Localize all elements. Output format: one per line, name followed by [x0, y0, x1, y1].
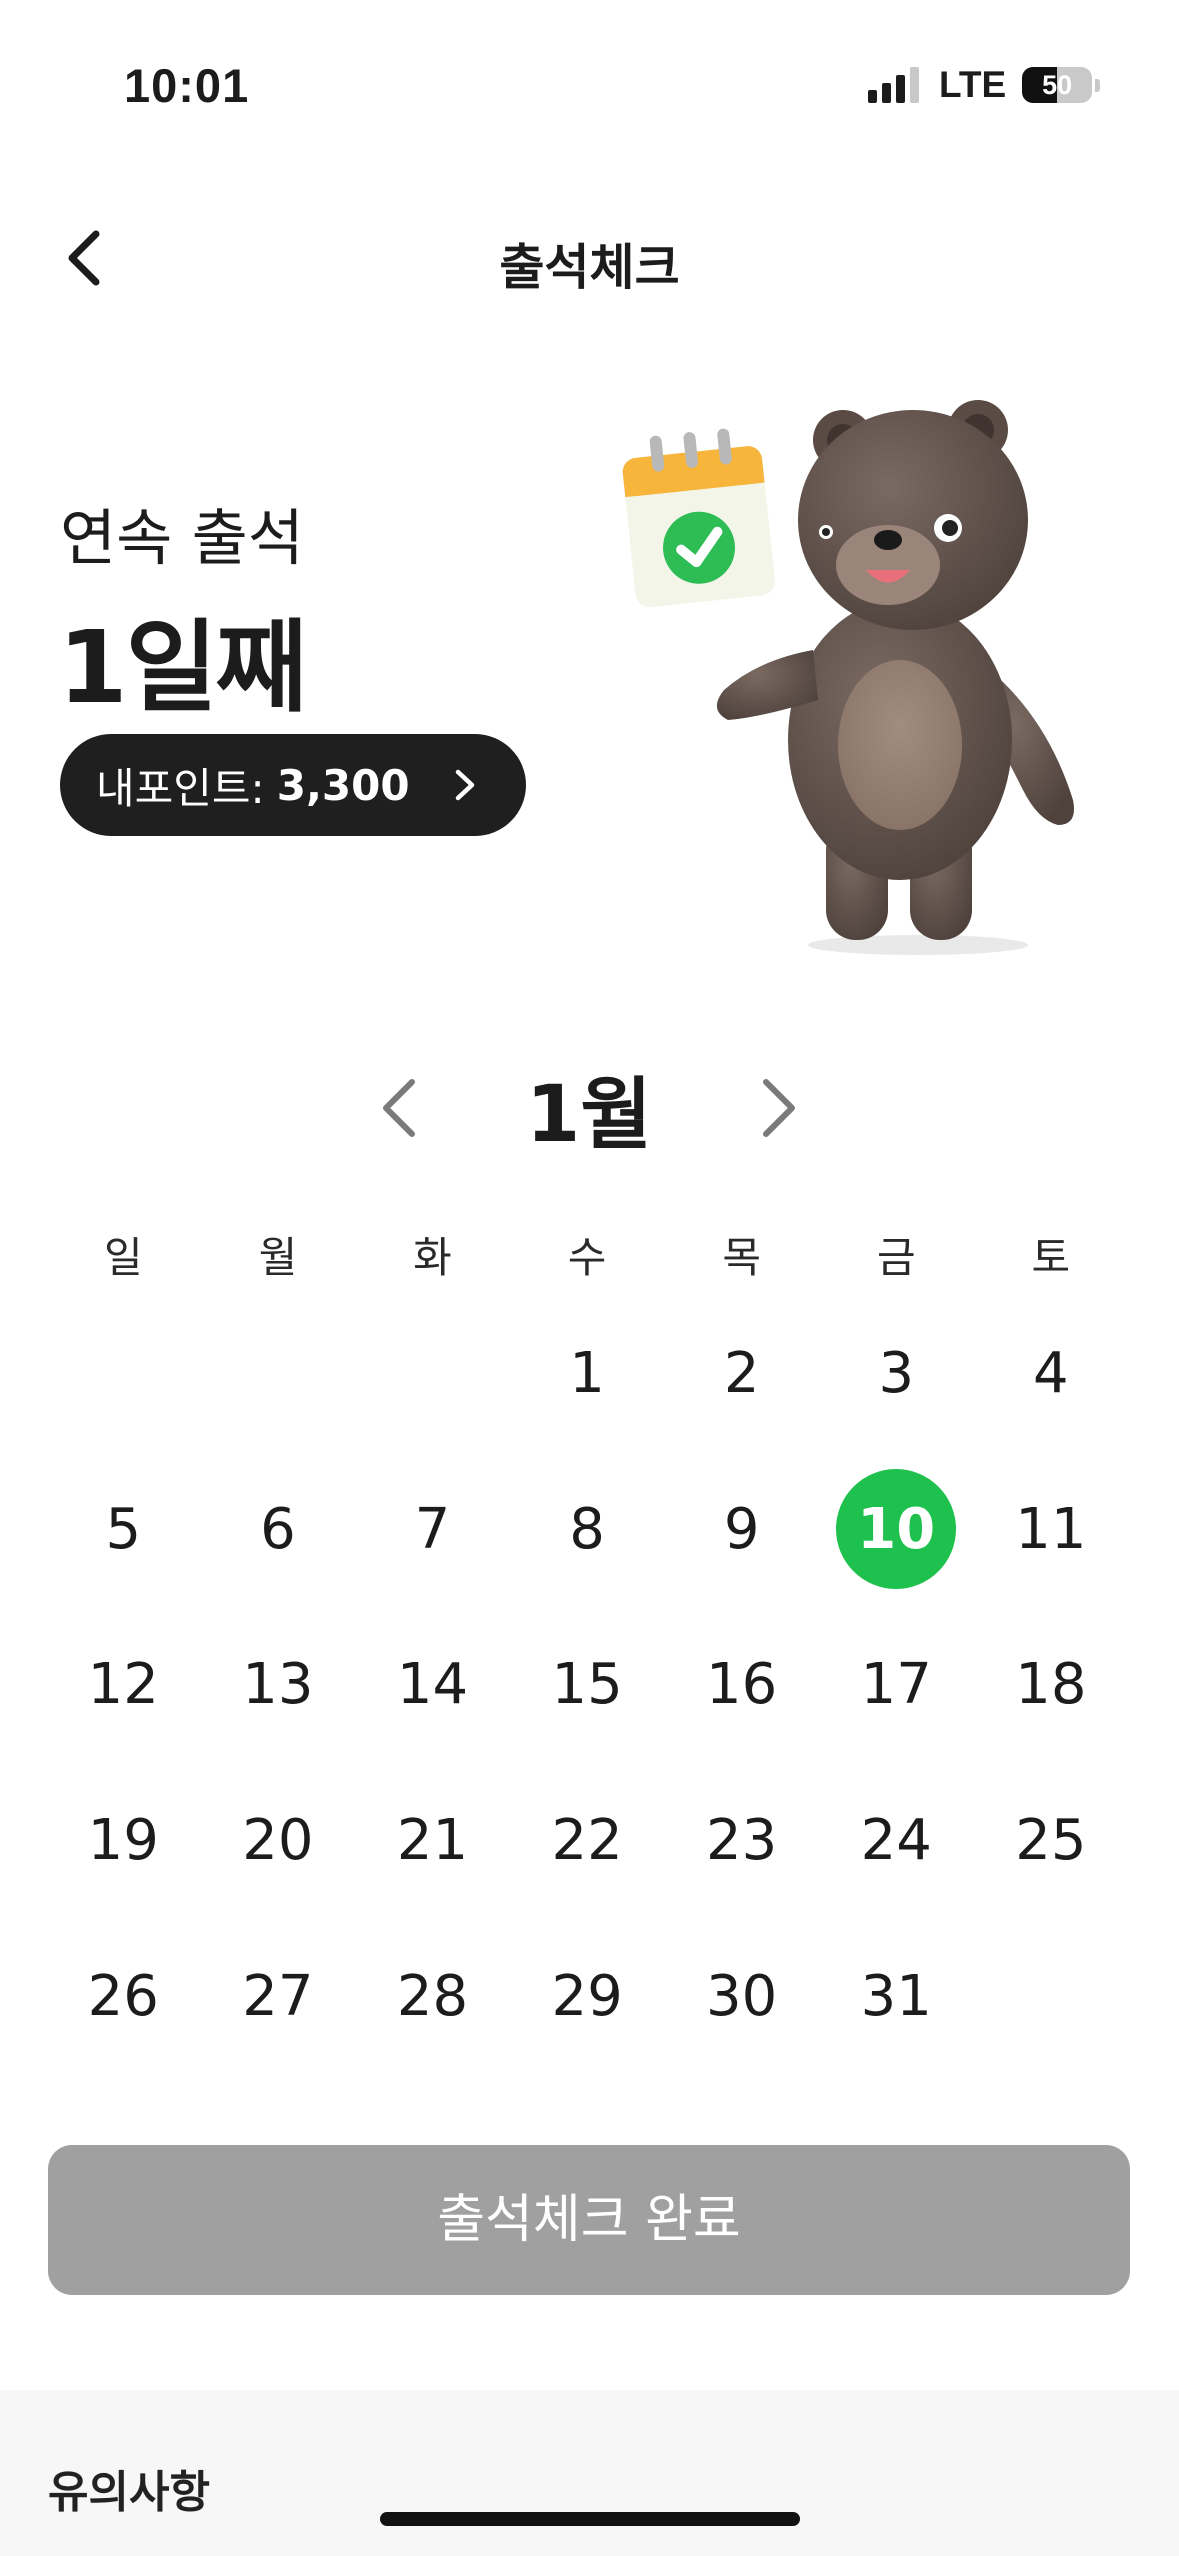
calendar-day[interactable]: 11: [974, 1452, 1129, 1608]
calendar-day[interactable]: 25: [974, 1763, 1129, 1919]
calendar-day[interactable]: 2: [664, 1296, 819, 1452]
weekday-wed: 수: [567, 1233, 607, 1282]
calendar-day[interactable]: 1: [510, 1296, 665, 1452]
calendar-day-number: 8: [569, 1496, 605, 1562]
calendar-day[interactable]: 13: [201, 1607, 356, 1763]
calendar-day[interactable]: 18: [974, 1607, 1129, 1763]
calendar-day[interactable]: 27: [201, 1918, 356, 2074]
points-value: 3,300: [276, 760, 410, 810]
calendar-day[interactable]: 30: [664, 1918, 819, 2074]
network-type: LTE: [939, 64, 1007, 105]
calendar-day[interactable]: 17: [819, 1607, 974, 1763]
calendar-day-today[interactable]: 10: [819, 1452, 974, 1608]
calendar-day[interactable]: 7: [355, 1452, 510, 1608]
calendar-day-number: 11: [1015, 1496, 1087, 1562]
signal-icon: [868, 67, 919, 103]
calendar-day[interactable]: 4: [974, 1296, 1129, 1452]
attendance-complete-button[interactable]: 출석체크 완료: [48, 2145, 1130, 2295]
calendar-day-number: 6: [260, 1496, 296, 1562]
calendar-day-number: 12: [87, 1652, 159, 1718]
calendar-day[interactable]: 24: [819, 1763, 974, 1919]
my-points-button[interactable]: 내포인트: 3,300: [60, 734, 526, 836]
calendar-day-number: 22: [551, 1808, 623, 1874]
calendar-day-number: 1: [569, 1341, 605, 1407]
calendar-day-number: 24: [860, 1808, 932, 1874]
calendar-day-number: 16: [706, 1652, 778, 1718]
calendar-empty-cell: [355, 1296, 510, 1452]
calendar-day-number: 7: [414, 1496, 451, 1562]
battery-level: 50: [1042, 70, 1073, 100]
calendar-day[interactable]: 14: [355, 1607, 510, 1763]
weekday-header: 일 월 화 수 목 금 토: [46, 1224, 1128, 1285]
calendar-day[interactable]: 23: [664, 1763, 819, 1919]
calendar-empty-cell: [46, 1296, 201, 1452]
chevron-right-icon: [763, 1079, 795, 1137]
notice-section: 유의사항: [0, 2390, 1179, 2556]
points-label: 내포인트:: [96, 763, 265, 813]
calendar-day[interactable]: 16: [664, 1607, 819, 1763]
weekday-sun: 일: [103, 1233, 143, 1282]
weekday-fri: 금: [876, 1233, 916, 1282]
weekday-sat: 토: [1031, 1233, 1071, 1282]
home-indicator: [380, 2512, 800, 2526]
calendar-grid: 1 2 3 4 5 6 7 8 9 10 11 12 13 14 15 16 17 18 19 20 21 22 23 24 2…: [46, 1296, 1128, 2074]
calendar-day-number: 25: [1015, 1808, 1087, 1874]
calendar-day-number: 4: [1033, 1341, 1069, 1407]
weekday-mon: 월: [258, 1233, 298, 1282]
calendar-day[interactable]: 12: [46, 1607, 201, 1763]
status-time: 10:01: [124, 59, 250, 112]
calendar-day-number: 10: [836, 1469, 957, 1590]
calendar-day-number: 26: [87, 1963, 159, 2029]
status-indicators: LTE 50: [868, 64, 1101, 106]
calendar-day[interactable]: 20: [201, 1763, 356, 1919]
chevron-left-icon: [383, 1079, 415, 1137]
calendar-day[interactable]: 31: [819, 1918, 974, 2074]
calendar-day-number: 30: [706, 1963, 778, 2029]
calendar-day-number: 3: [878, 1341, 915, 1407]
calendar-day-number: 9: [723, 1496, 760, 1562]
calendar-day[interactable]: 3: [819, 1296, 974, 1452]
calendar-day-number: 2: [723, 1341, 760, 1407]
battery-tip: [1095, 78, 1101, 92]
calendar-day-number: 5: [105, 1496, 142, 1562]
notice-title: 유의사항: [48, 2467, 210, 2518]
calendar-day-number: 23: [706, 1808, 778, 1874]
calendar-day-number: 20: [242, 1808, 314, 1874]
calendar-day[interactable]: 6: [201, 1452, 356, 1608]
calendar-day-number: 13: [242, 1652, 314, 1718]
calendar-day-number: 21: [396, 1808, 469, 1874]
calendar-day[interactable]: 21: [355, 1763, 510, 1919]
calendar-day[interactable]: 15: [510, 1607, 665, 1763]
calendar-day-number: 19: [87, 1808, 159, 1874]
weekday-tue: 화: [413, 1233, 452, 1282]
calendar-day[interactable]: 29: [510, 1918, 665, 2074]
calendar-day-number: 17: [860, 1652, 932, 1718]
calendar-day-number: 18: [1015, 1652, 1087, 1718]
battery-icon: 50: [1022, 67, 1093, 103]
chevron-right-icon: [455, 769, 475, 801]
calendar-day[interactable]: 28: [355, 1918, 510, 2074]
calendar-day-number: 29: [551, 1963, 623, 2029]
page-title: 출석체크: [499, 239, 680, 296]
calendar-day[interactable]: 9: [664, 1452, 819, 1608]
calendar-day-number: 14: [396, 1652, 469, 1718]
next-month-button[interactable]: [746, 1072, 806, 1144]
bear-mascot-illustration: [622, 400, 1074, 955]
calendar-day[interactable]: 19: [46, 1763, 201, 1919]
month-title: 1월: [525, 1070, 653, 1160]
status-bar: 10:01 LTE 50: [0, 0, 1179, 160]
streak-label: 연속 출석: [60, 503, 304, 574]
streak-days: 1일째: [58, 609, 308, 726]
calendar-day-number: 15: [551, 1652, 623, 1718]
weekday-thu: 목: [722, 1233, 761, 1282]
previous-month-button[interactable]: [372, 1072, 432, 1144]
calendar-day[interactable]: 8: [510, 1452, 665, 1608]
calendar-day-number: 28: [396, 1963, 469, 2029]
calendar-day[interactable]: 26: [46, 1918, 201, 2074]
calendar-day-number: 31: [860, 1963, 932, 2029]
calendar-day-number: 27: [242, 1963, 314, 2029]
calendar-empty-cell: [201, 1296, 356, 1452]
calendar-day[interactable]: 5: [46, 1452, 201, 1608]
calendar-day[interactable]: 22: [510, 1763, 665, 1919]
